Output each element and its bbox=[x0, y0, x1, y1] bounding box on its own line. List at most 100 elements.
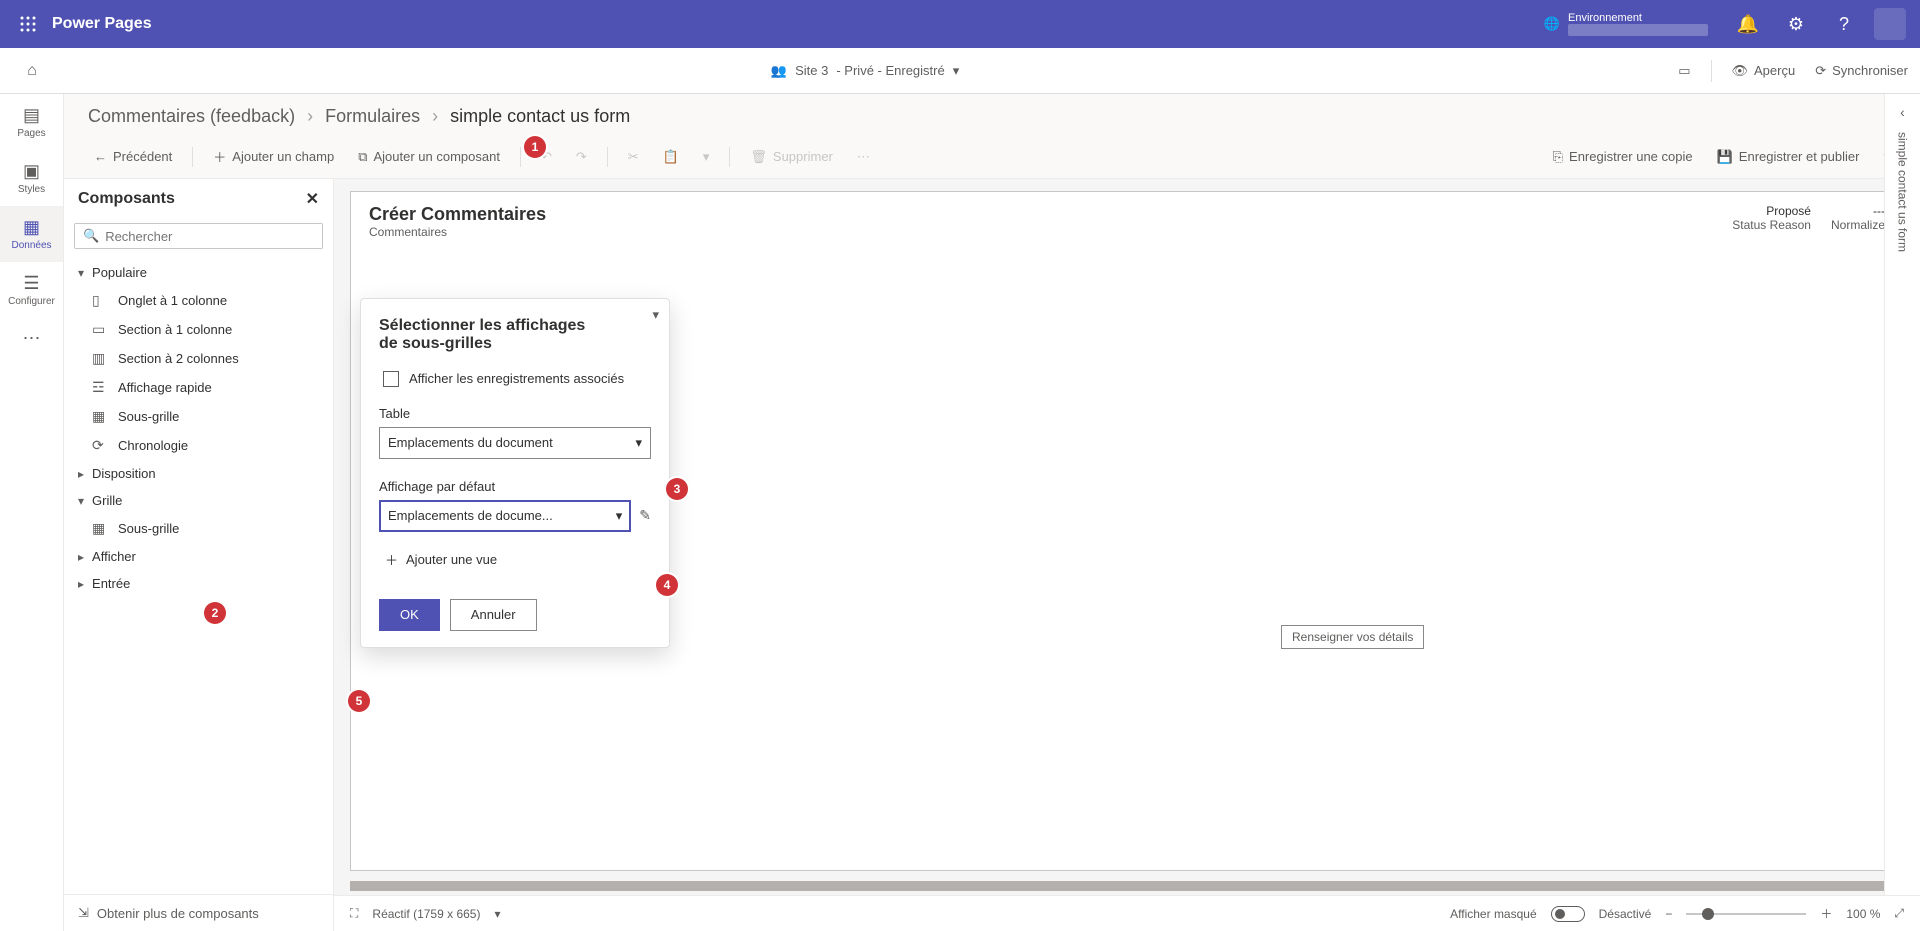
fit-icon[interactable]: ⤢ bbox=[1894, 906, 1904, 921]
add-view-button[interactable]: ＋ Ajouter une vue bbox=[385, 550, 651, 569]
toolbar: ← Précédent ＋ Ajouter un champ ⧉ Ajouter… bbox=[64, 135, 1920, 179]
delete-button[interactable]: 🗑 Supprimer bbox=[740, 145, 842, 169]
default-view-field-label: Affichage par défaut bbox=[379, 479, 651, 494]
site-picker[interactable]: 👥 Site 3 - Privé - Enregistré ▾ bbox=[771, 63, 959, 79]
breadcrumb-level1[interactable]: Commentaires (feedback) bbox=[88, 106, 295, 127]
help-icon[interactable]: ? bbox=[1820, 0, 1868, 48]
group-grid-label: Grille bbox=[92, 493, 122, 508]
rail-data[interactable]: ▦ Données bbox=[0, 206, 63, 262]
component-icon: ⧉ bbox=[358, 149, 367, 165]
add-field-button[interactable]: ＋ Ajouter un champ bbox=[203, 143, 344, 170]
component-tab-1col[interactable]: ▯Onglet à 1 colonne bbox=[64, 286, 333, 315]
account-avatar[interactable] bbox=[1874, 8, 1906, 40]
edit-icon[interactable]: ✎ bbox=[639, 507, 651, 524]
notifications-icon[interactable]: 🔔 bbox=[1724, 0, 1772, 48]
cut-button[interactable]: ✂ bbox=[618, 145, 649, 169]
show-hidden-label: Afficher masqué bbox=[1450, 907, 1537, 921]
sync-icon: ⟳ bbox=[1815, 63, 1826, 79]
chevron-down-icon[interactable]: ▾ bbox=[494, 907, 500, 921]
horizontal-scrollbar[interactable] bbox=[350, 881, 1904, 891]
group-display[interactable]: ▸ Afficher bbox=[64, 543, 333, 570]
show-hidden-toggle[interactable] bbox=[1551, 906, 1585, 922]
redo-button[interactable]: ↷ bbox=[566, 145, 597, 169]
group-layout[interactable]: ▸ Disposition bbox=[64, 460, 333, 487]
group-popular-label: Populaire bbox=[92, 265, 147, 280]
rail-styles[interactable]: ▣ Styles bbox=[0, 150, 63, 206]
add-component-button[interactable]: ⧉ Ajouter un composant bbox=[348, 145, 510, 169]
paste-dropdown[interactable]: ▾ bbox=[693, 145, 720, 169]
form-subtitle: Commentaires bbox=[369, 225, 546, 239]
tab-icon: ▯ bbox=[92, 292, 108, 309]
preview-button[interactable]: 👁 Aperçu bbox=[1732, 63, 1796, 79]
rail-config-label: Configurer bbox=[8, 296, 55, 307]
more-actions[interactable]: ⋯ bbox=[847, 145, 880, 169]
right-side-panel[interactable]: ‹ simple contact us form bbox=[1884, 94, 1920, 895]
add-field-label: Ajouter un champ bbox=[232, 149, 334, 164]
status-bar: ⛶ Réactif (1759 x 665) ▾ Afficher masqué… bbox=[334, 895, 1920, 931]
section-icon: ▭ bbox=[92, 321, 108, 338]
chevron-down-icon: ▾ bbox=[635, 435, 642, 451]
group-input[interactable]: ▸ Entrée bbox=[64, 570, 333, 597]
responsive-label[interactable]: Réactif (1759 x 665) bbox=[372, 907, 480, 921]
app-launcher-icon[interactable] bbox=[8, 16, 48, 32]
zoom-slider[interactable] bbox=[1686, 913, 1806, 915]
device-icon[interactable]: ▭ bbox=[1678, 63, 1690, 79]
search-icon: 🔍 bbox=[83, 228, 99, 244]
component-quickview[interactable]: ☲Affichage rapide bbox=[64, 373, 333, 402]
chevron-right-icon: ▸ bbox=[78, 577, 84, 591]
config-icon: ☰ bbox=[23, 273, 39, 294]
rail-config[interactable]: ☰ Configurer bbox=[0, 262, 63, 318]
close-icon[interactable]: ✕ bbox=[306, 189, 319, 209]
group-grid[interactable]: ▾ Grille bbox=[64, 487, 333, 514]
pages-icon: ▤ bbox=[23, 105, 40, 126]
chevron-right-icon: ▸ bbox=[78, 467, 84, 481]
people-icon: 👥 bbox=[771, 63, 787, 79]
checkbox[interactable] bbox=[383, 371, 399, 387]
zoom-in-button[interactable]: ＋ bbox=[1820, 905, 1832, 922]
normalize-column: --- Normalize bbox=[1831, 204, 1885, 232]
chevron-down-icon[interactable]: ▾ bbox=[652, 307, 659, 323]
component-subgrid[interactable]: ▦Sous-grille bbox=[64, 402, 333, 431]
workspace: Commentaires (feedback) › Formulaires › … bbox=[64, 94, 1920, 931]
zoom-out-button[interactable]: − bbox=[1665, 907, 1672, 921]
component-section-2col[interactable]: ▥Section à 2 colonnes bbox=[64, 344, 333, 373]
settings-icon[interactable]: ⚙ bbox=[1772, 0, 1820, 48]
save-publish-button[interactable]: 💾 Enregistrer et publier bbox=[1707, 145, 1870, 169]
cancel-button[interactable]: Annuler bbox=[450, 599, 537, 631]
components-panel: Composants ✕ 🔍 ▾ Populaire ▯Onglet à 1 c… bbox=[64, 179, 334, 931]
external-icon: ⇲ bbox=[78, 905, 89, 921]
back-button[interactable]: ← Précédent bbox=[84, 145, 182, 168]
styles-icon: ▣ bbox=[23, 161, 40, 182]
chevron-down-icon: ▾ bbox=[78, 266, 84, 280]
component-section-1col[interactable]: ▭Section à 1 colonne bbox=[64, 315, 333, 344]
eye-icon: 👁 bbox=[1732, 63, 1749, 79]
component-timeline[interactable]: ⟳Chronologie bbox=[64, 431, 333, 460]
group-popular[interactable]: ▾ Populaire bbox=[64, 259, 333, 286]
site-status: - Privé - Enregistré bbox=[836, 63, 944, 78]
default-view-select[interactable]: Emplacements de docume... ▾ bbox=[379, 500, 631, 532]
status-label: Status Reason bbox=[1732, 218, 1811, 232]
plus-icon: ＋ bbox=[385, 550, 398, 569]
get-more-components[interactable]: ⇲ Obtenir plus de composants bbox=[64, 894, 333, 931]
home-icon[interactable]: ⌂ bbox=[12, 62, 52, 80]
rail-pages[interactable]: ▤ Pages bbox=[0, 94, 63, 150]
breadcrumb: Commentaires (feedback) › Formulaires › … bbox=[64, 94, 1920, 135]
search-input[interactable] bbox=[105, 229, 314, 244]
callout-5: 5 bbox=[348, 690, 370, 712]
topbar: Power Pages 🌐 Environnement 🔔 ⚙ ? bbox=[0, 0, 1920, 48]
chevron-left-icon[interactable]: ‹ bbox=[1900, 104, 1905, 120]
component-subgrid-2[interactable]: ▦Sous-grille bbox=[64, 514, 333, 543]
group-input-label: Entrée bbox=[92, 576, 130, 591]
related-records-checkbox-row[interactable]: Afficher les enregistrements associés bbox=[383, 371, 651, 388]
table-select[interactable]: Emplacements du document ▾ bbox=[379, 427, 651, 459]
group-layout-label: Disposition bbox=[92, 466, 156, 481]
environment-picker[interactable]: 🌐 Environnement bbox=[1544, 12, 1708, 36]
ok-button[interactable]: OK bbox=[379, 599, 440, 631]
save-copy-button[interactable]: ⎘ Enregistrer une copie bbox=[1543, 145, 1703, 169]
breadcrumb-level2[interactable]: Formulaires bbox=[325, 106, 420, 127]
rail-more[interactable]: ⋯ bbox=[0, 318, 63, 358]
components-search[interactable]: 🔍 bbox=[74, 223, 323, 249]
paste-button[interactable]: 📋 bbox=[653, 145, 689, 169]
sync-button[interactable]: ⟳ Synchroniser bbox=[1815, 63, 1908, 79]
form-title: Créer Commentaires bbox=[369, 204, 546, 225]
